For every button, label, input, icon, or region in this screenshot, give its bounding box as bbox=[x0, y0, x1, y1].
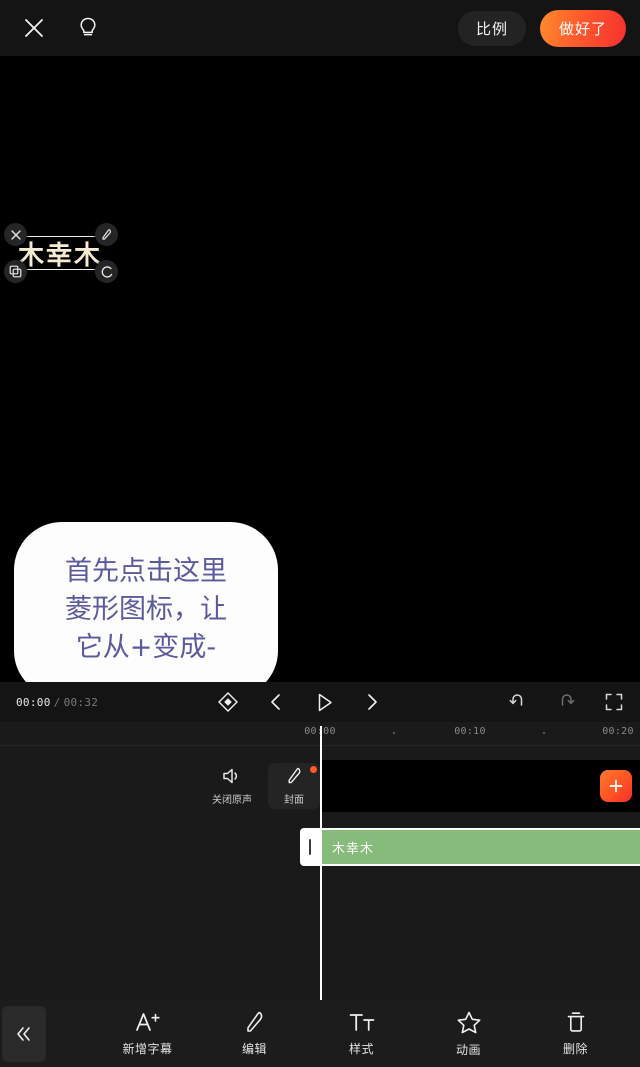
text-style-icon bbox=[348, 1010, 376, 1034]
cover-label: 封面 bbox=[284, 795, 304, 806]
chevron-double-left-icon bbox=[14, 1025, 34, 1043]
done-button[interactable]: 做好了 bbox=[539, 9, 626, 47]
chevron-left-icon bbox=[266, 692, 286, 712]
text-edit-handle[interactable] bbox=[95, 223, 118, 246]
fullscreen-icon bbox=[604, 692, 624, 712]
playback-control-bar: 00:00 / 00:32 bbox=[0, 682, 640, 722]
play-icon bbox=[313, 691, 336, 714]
text-clip-label: 木幸木 bbox=[332, 841, 375, 857]
top-bar-left-actions bbox=[0, 6, 110, 50]
current-time: 00:00 bbox=[16, 695, 51, 709]
delete-button[interactable]: 删除 bbox=[522, 1000, 629, 1067]
style-label: 样式 bbox=[348, 1042, 374, 1056]
text-rotate-handle[interactable] bbox=[95, 260, 118, 283]
text-clip-left-handle[interactable] bbox=[300, 828, 320, 866]
fullscreen-button[interactable] bbox=[600, 688, 628, 716]
mute-original-audio-label: 关闭原声 bbox=[212, 795, 252, 806]
undo-icon bbox=[508, 692, 528, 712]
previous-frame-button[interactable] bbox=[258, 684, 294, 720]
a-plus-icon bbox=[134, 1010, 162, 1034]
animation-button[interactable]: 动画 bbox=[415, 1000, 522, 1067]
time-readout: 00:00 / 00:32 bbox=[16, 682, 98, 722]
bubble-line-3: 它从+变成- bbox=[75, 631, 217, 663]
keyframe-diamond-icon bbox=[217, 691, 239, 713]
redo-icon bbox=[556, 692, 576, 712]
edit-button[interactable]: 编辑 bbox=[201, 1000, 308, 1067]
next-frame-button[interactable] bbox=[354, 684, 390, 720]
selected-text-object[interactable]: 木幸木 bbox=[4, 223, 118, 283]
bottom-toolbar: 新增字幕 编辑 样式 动画 删除 bbox=[0, 1000, 640, 1067]
track-tool-buttons: 关闭原声 封面 bbox=[0, 760, 320, 812]
top-bar: 比例 做好了 bbox=[0, 0, 640, 56]
pencil-icon bbox=[100, 228, 113, 241]
redo-button[interactable] bbox=[552, 688, 580, 716]
bubble-line-2: 菱形图标，让 bbox=[65, 593, 227, 625]
tutorial-bubble-text: 首先点击这里 菱形图标，让 它从+变成- bbox=[14, 522, 278, 682]
bubble-line-1: 首先点击这里 bbox=[65, 555, 227, 587]
play-button[interactable] bbox=[306, 684, 342, 720]
pencil-icon bbox=[242, 1010, 268, 1034]
tips-button[interactable] bbox=[66, 6, 110, 50]
playback-right-controls bbox=[504, 682, 628, 722]
top-bar-right-actions: 比例 做好了 bbox=[457, 9, 640, 47]
video-clip-strip[interactable] bbox=[320, 760, 640, 812]
ruler-tick: 00:20 bbox=[602, 726, 634, 737]
close-icon bbox=[10, 229, 22, 241]
cover-button[interactable]: 封面 bbox=[268, 763, 320, 809]
video-editor-screen: 比例 做好了 木幸木 首先点击这里 菱形图标，让 它从+变成- 00:00 / … bbox=[0, 0, 640, 1067]
total-time: 00:32 bbox=[63, 695, 99, 709]
pencil-icon bbox=[284, 766, 304, 786]
edit-label: 编辑 bbox=[241, 1042, 267, 1056]
copy-icon bbox=[9, 265, 22, 278]
trash-icon bbox=[564, 1010, 588, 1034]
close-button[interactable] bbox=[12, 6, 56, 50]
ratio-button[interactable]: 比例 bbox=[457, 10, 526, 46]
add-clip-button[interactable] bbox=[600, 770, 632, 802]
text-delete-handle[interactable] bbox=[4, 223, 27, 246]
close-icon bbox=[23, 17, 45, 39]
rotate-icon bbox=[100, 265, 114, 279]
text-duplicate-handle[interactable] bbox=[4, 260, 27, 283]
ruler-tick: 00:10 bbox=[454, 726, 486, 737]
star-icon bbox=[456, 1010, 482, 1035]
ruler-dot bbox=[543, 732, 545, 734]
animation-label: 动画 bbox=[455, 1042, 481, 1057]
style-button[interactable]: 样式 bbox=[308, 1000, 415, 1067]
timeline-playhead[interactable] bbox=[320, 726, 322, 1022]
speaker-icon bbox=[221, 766, 243, 786]
time-separator: / bbox=[53, 695, 61, 709]
text-clip[interactable]: 木幸木 bbox=[320, 828, 640, 866]
plus-icon bbox=[608, 778, 624, 794]
bottom-toolbar-items: 新增字幕 编辑 样式 动画 删除 bbox=[46, 1000, 640, 1067]
lightbulb-icon bbox=[77, 16, 99, 40]
add-subtitle-button[interactable]: 新增字幕 bbox=[94, 1000, 201, 1067]
mute-original-audio-button[interactable]: 关闭原声 bbox=[196, 760, 268, 812]
playback-center-controls bbox=[210, 682, 390, 722]
delete-label: 删除 bbox=[562, 1042, 588, 1056]
ruler-dot bbox=[393, 732, 395, 734]
undo-button[interactable] bbox=[504, 688, 532, 716]
keyframe-button[interactable] bbox=[210, 684, 246, 720]
add-subtitle-label: 新增字幕 bbox=[122, 1042, 173, 1056]
preview-canvas[interactable]: 木幸木 首先点击这里 菱形图标，让 它从+变成- bbox=[0, 56, 640, 682]
collapse-toolbar-button[interactable] bbox=[2, 1005, 46, 1062]
chevron-right-icon bbox=[362, 692, 382, 712]
text-object-content: 木幸木 bbox=[17, 240, 102, 271]
cover-badge-dot bbox=[310, 766, 317, 773]
tutorial-speech-bubble: 首先点击这里 菱形图标，让 它从+变成- bbox=[14, 522, 278, 682]
